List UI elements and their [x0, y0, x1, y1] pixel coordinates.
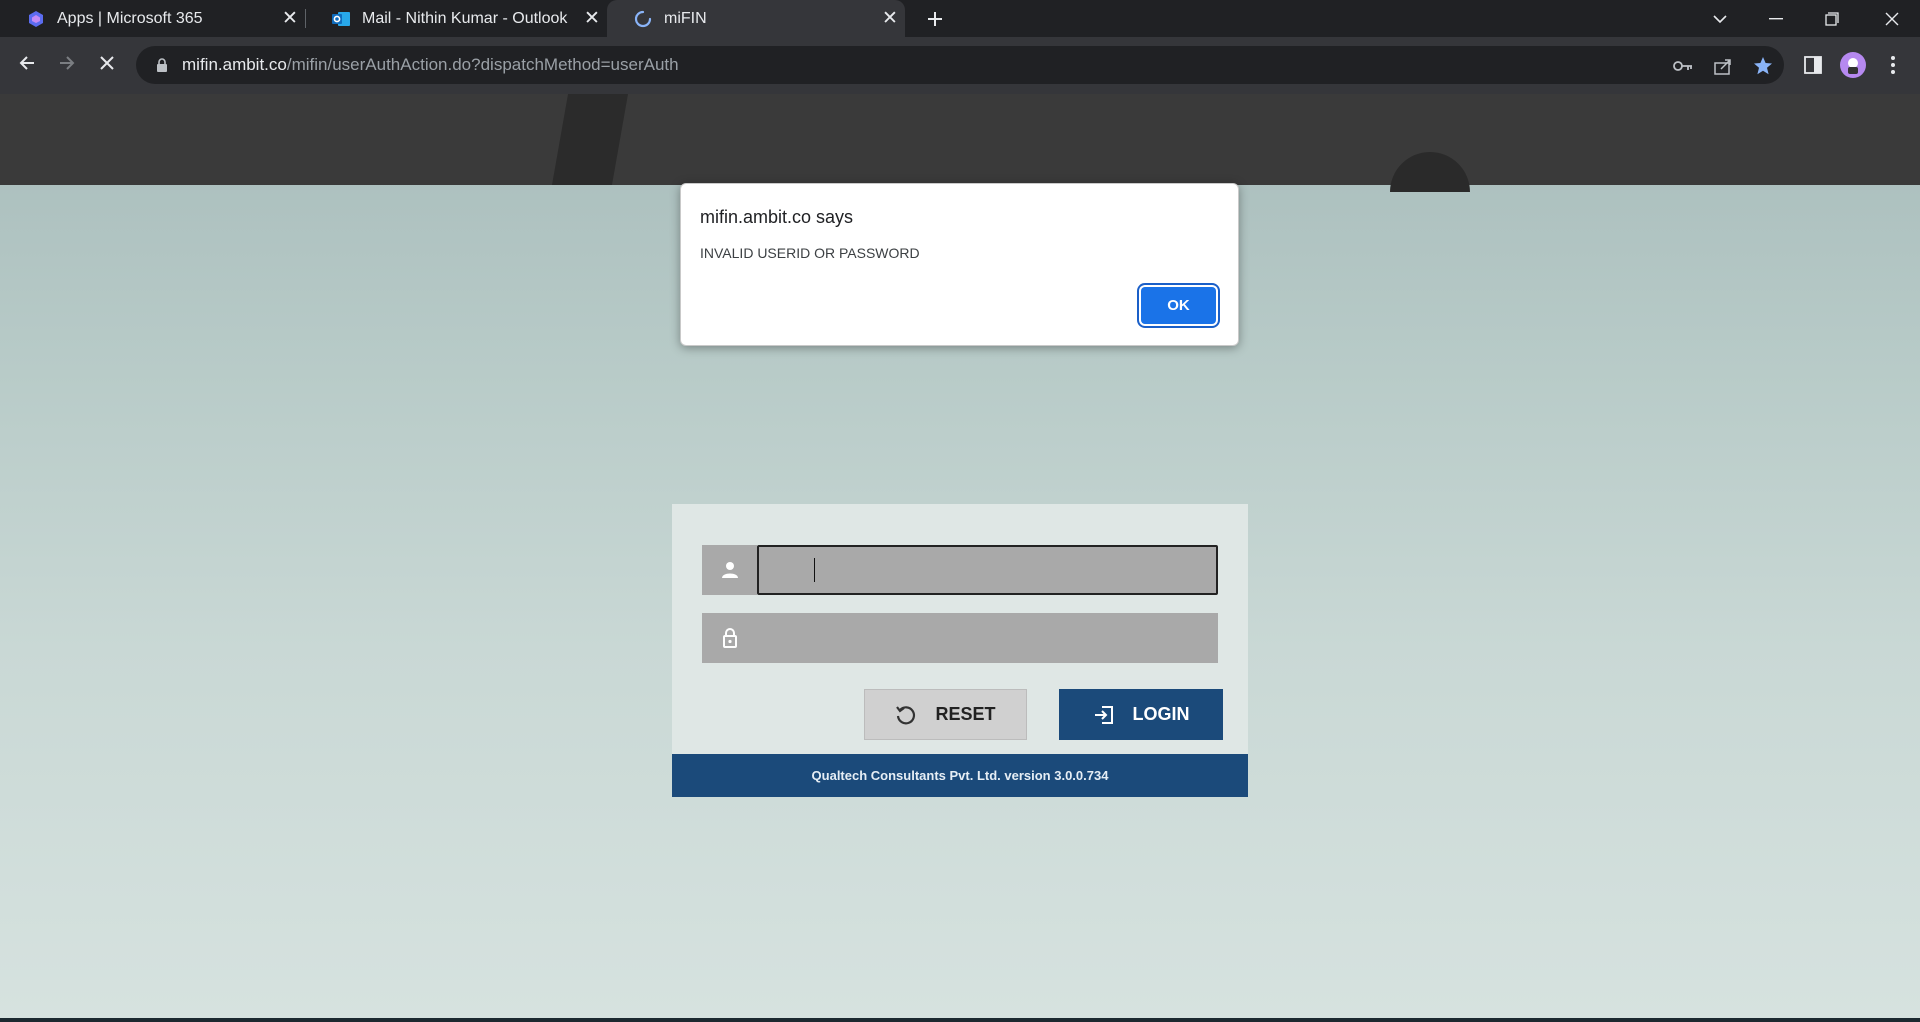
tab-microsoft365[interactable]: Apps | Microsoft 365 ✕ [0, 0, 305, 37]
sign-in-icon [1093, 704, 1115, 726]
username-input[interactable] [757, 545, 1218, 595]
close-tab-icon[interactable]: ✕ [275, 7, 305, 30]
taskbar-edge [0, 1018, 1920, 1022]
url-host: mifin.ambit.co [182, 55, 287, 74]
tab-label: Apps | Microsoft 365 [57, 9, 203, 27]
new-tab-button[interactable] [920, 0, 950, 37]
menu-kebab-icon[interactable] [1880, 52, 1906, 78]
back-icon[interactable] [9, 45, 45, 81]
tab-label: miFIN [664, 9, 707, 27]
page-viewport: RESET LOGIN Qualtech Consultants Pvt. Lt… [0, 94, 1920, 1018]
tab-search-icon[interactable] [1692, 0, 1748, 37]
stop-loading-icon[interactable] [89, 45, 125, 81]
profile-avatar-icon[interactable] [1840, 52, 1866, 78]
login-label: LOGIN [1132, 704, 1190, 724]
url-path: /mifin/userAuthAction.do?dispatchMethod=… [286, 55, 679, 74]
reset-label: RESET [935, 704, 996, 724]
lock-icon[interactable] [150, 58, 174, 72]
tab-mifin[interactable]: miFIN ✕ [607, 0, 905, 37]
close-tab-icon[interactable]: ✕ [577, 7, 607, 30]
close-window-icon[interactable] [1864, 0, 1920, 37]
login-panel: RESET LOGIN Qualtech Consultants Pvt. Lt… [672, 504, 1248, 797]
alert-message: INVALID USERID OR PASSWORD [700, 245, 920, 261]
ok-button[interactable]: OK [1141, 287, 1216, 324]
page-header-background [0, 94, 1920, 192]
browser-toolbar: mifin.ambit.co/mifin/userAuthAction.do?d… [0, 37, 1920, 94]
tab-label: Mail - Nithin Kumar - Outlook [362, 9, 568, 27]
login-button[interactable]: LOGIN [1059, 689, 1223, 740]
user-icon [702, 545, 757, 595]
close-tab-icon[interactable]: ✕ [875, 7, 905, 30]
side-panel-icon[interactable] [1800, 52, 1826, 78]
restore-icon[interactable] [1804, 0, 1860, 37]
version-footer: Qualtech Consultants Pvt. Ltd. version 3… [672, 754, 1248, 797]
reset-button[interactable]: RESET [864, 689, 1027, 740]
password-key-icon[interactable] [1672, 55, 1694, 77]
share-icon[interactable] [1712, 55, 1734, 77]
microsoft365-icon [26, 9, 46, 29]
password-input[interactable] [757, 613, 1218, 663]
address-bar[interactable]: mifin.ambit.co/mifin/userAuthAction.do?d… [136, 46, 1784, 84]
tab-outlook[interactable]: Mail - Nithin Kumar - Outlook ✕ [305, 0, 607, 37]
text-caret [814, 558, 815, 582]
outlook-icon [331, 9, 351, 29]
password-field [702, 613, 1218, 663]
reset-icon [895, 704, 917, 726]
background-decoration [551, 94, 629, 185]
minimize-icon[interactable] [1748, 0, 1804, 37]
loading-spinner-icon [633, 9, 653, 29]
username-field [702, 545, 1218, 595]
padlock-icon [702, 613, 757, 663]
alert-dialog: mifin.ambit.co says INVALID USERID OR PA… [680, 183, 1239, 346]
alert-title: mifin.ambit.co says [700, 207, 854, 227]
bookmark-star-icon[interactable] [1752, 55, 1774, 77]
background-decoration [1390, 152, 1470, 192]
url-text: mifin.ambit.co/mifin/userAuthAction.do?d… [182, 55, 679, 75]
forward-icon[interactable] [49, 45, 85, 81]
tab-strip: Apps | Microsoft 365 ✕ Mail - Nithin Kum… [0, 0, 1920, 37]
